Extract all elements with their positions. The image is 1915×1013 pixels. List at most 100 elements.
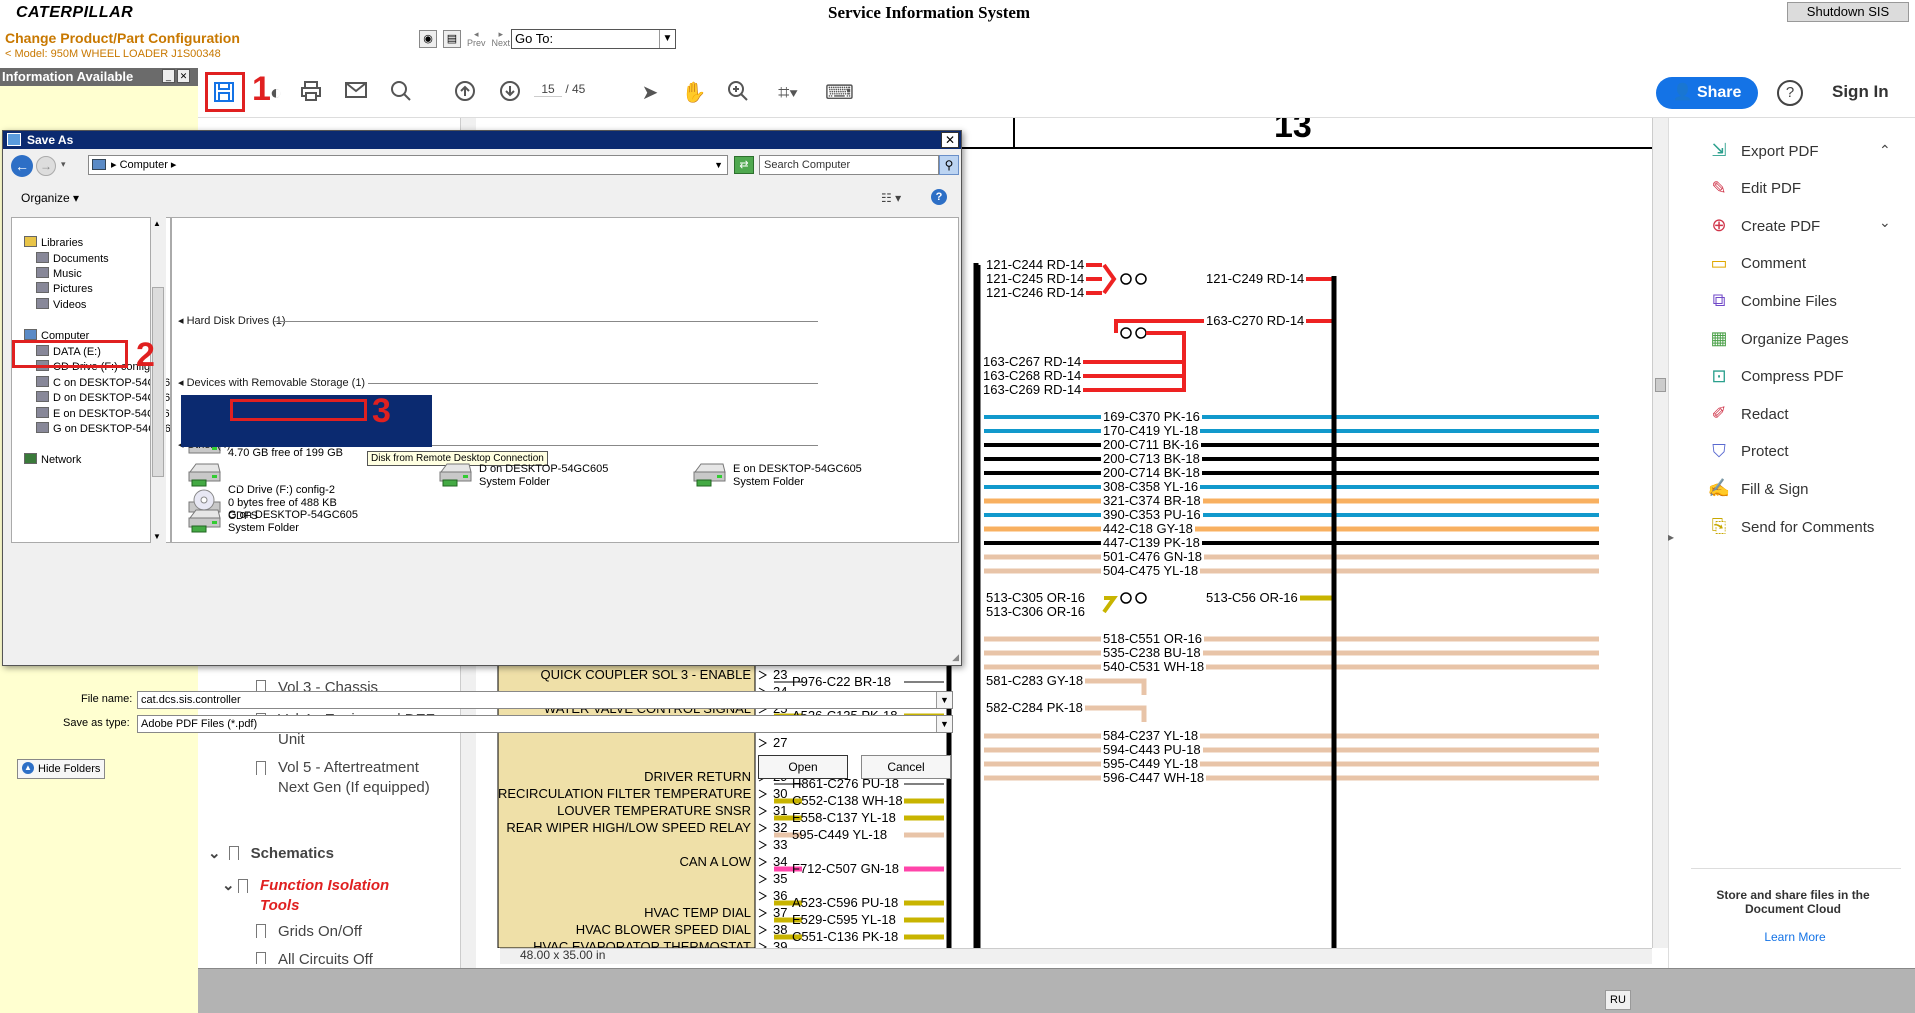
chevron-down-icon[interactable]: ▼ xyxy=(936,692,952,708)
tool-create-pdf[interactable]: ⊕ Create PDF xyxy=(1707,215,1820,237)
scroll-thumb[interactable] xyxy=(1655,378,1666,392)
network-drive-3[interactable]: G on DESKTOP-54GC605 System Folder xyxy=(228,509,358,535)
page-down-icon[interactable] xyxy=(497,80,523,106)
scroll-down-icon[interactable]: ▼ xyxy=(153,532,161,541)
tree-item[interactable]: Documents xyxy=(36,252,109,265)
sign-in-link[interactable]: Sign In xyxy=(1832,82,1889,102)
tool-send-comments[interactable]: ⎘ Send for Comments xyxy=(1707,516,1875,538)
tool-redact[interactable]: ✐ Redact xyxy=(1707,403,1788,425)
tool-protect[interactable]: ⛉ Protect xyxy=(1707,441,1788,463)
document-icon[interactable]: ▤ xyxy=(443,30,461,48)
history-dropdown-icon[interactable]: ▾ xyxy=(61,159,66,170)
language-indicator[interactable]: RU xyxy=(1605,990,1631,1010)
computer-icon xyxy=(92,159,106,170)
document-scrollbar[interactable] xyxy=(1652,118,1668,948)
back-arrow-icon[interactable]: < xyxy=(5,48,11,60)
tool-comment[interactable]: ▭ Comment xyxy=(1707,253,1806,275)
dialog-close-button[interactable]: ✕ xyxy=(941,132,959,148)
chevron-up-icon[interactable]: ⌃ xyxy=(1879,142,1891,159)
tree-scrollbar[interactable]: ▲ ▼ xyxy=(150,217,166,543)
forward-button[interactable]: → xyxy=(36,156,56,176)
group-header[interactable]: ◂ Hard Disk Drives (1) xyxy=(178,314,818,327)
page-indicator[interactable]: 15 / 45 xyxy=(534,82,585,97)
chevron-down-icon[interactable]: ▼ xyxy=(936,716,952,732)
tool-compress-pdf[interactable]: ⊡ Compress PDF xyxy=(1707,366,1843,388)
search-icon[interactable]: ⚲ xyxy=(939,155,959,175)
bookmark-icon xyxy=(256,952,266,964)
wire-label: 200-C714 BK-18 xyxy=(1101,465,1202,480)
scroll-thumb[interactable] xyxy=(152,287,164,477)
goto-select[interactable]: Go To: ▼ xyxy=(511,29,676,49)
tool-combine-files[interactable]: ⧉ Combine Files xyxy=(1707,290,1837,312)
close-icon[interactable]: ✕ xyxy=(177,69,190,83)
change-product-link[interactable]: Change Product/Part Configuration xyxy=(5,30,240,46)
scroll-up-icon[interactable]: ▲ xyxy=(153,219,161,228)
keyboard-icon[interactable]: ⌨ xyxy=(825,80,854,106)
hide-folders-button[interactable]: ▲ Hide Folders xyxy=(17,759,105,779)
shutdown-button[interactable]: Shutdown SIS xyxy=(1787,2,1909,22)
chevron-down-icon[interactable]: ⌄ xyxy=(1879,214,1891,231)
tree-item[interactable]: Pictures xyxy=(36,282,93,295)
folder-icon xyxy=(36,376,49,387)
minimize-icon[interactable]: _ xyxy=(162,69,175,83)
help-icon[interactable]: ? xyxy=(931,189,947,205)
network-drive-2[interactable]: E on DESKTOP-54GC605 System Folder xyxy=(733,463,862,489)
collapse-panel-icon[interactable]: ▸ xyxy=(1668,530,1674,544)
bookmark-vol5[interactable]: Vol 5 - Aftertreatment Next Gen (If equi… xyxy=(256,758,446,798)
resize-grip-icon[interactable]: ◢ xyxy=(952,652,959,663)
email-icon[interactable] xyxy=(343,80,369,106)
tree-item[interactable]: Network xyxy=(24,453,81,466)
back-button[interactable]: ← xyxy=(11,155,33,177)
address-bar[interactable]: ▸ Computer ▸ ▼ xyxy=(88,155,728,175)
file-list[interactable]: ◂ Hard Disk Drives (1)DATA (E:)4.70 GB f… xyxy=(171,217,959,543)
zoom-in-icon[interactable] xyxy=(725,80,751,106)
tree-item[interactable]: Music xyxy=(36,267,82,280)
dialog-titlebar[interactable]: Save As xyxy=(3,131,961,149)
open-button[interactable]: Open xyxy=(758,755,848,779)
hand-tool-icon[interactable]: ✋ xyxy=(681,80,707,106)
tree-item[interactable]: Libraries xyxy=(24,236,83,249)
horizontal-scrollbar[interactable] xyxy=(500,948,1652,964)
crop-icon[interactable]: ⌗▾ xyxy=(770,80,806,106)
view-options-icon[interactable]: ☷ ▾ xyxy=(881,191,901,205)
cancel-button[interactable]: Cancel xyxy=(861,755,951,779)
tool-edit-pdf[interactable]: ✎ Edit PDF xyxy=(1707,178,1801,200)
navigation-tree[interactable]: Libraries Documents Music Pictures Videos Com… xyxy=(11,217,171,543)
folder-icon xyxy=(24,236,37,247)
model-line[interactable]: < Model: 950M WHEEL LOADER J1S00348 xyxy=(5,48,221,60)
upload-icon[interactable]: ◐ xyxy=(263,80,289,106)
select-cursor-icon[interactable]: ➤ xyxy=(637,80,663,106)
prev-button[interactable]: ◂ Prev xyxy=(467,30,486,48)
tool-export-pdf[interactable]: ⇲ Export PDF xyxy=(1707,140,1818,162)
bookmark-schematics[interactable]: ⌄ Schematics xyxy=(208,844,334,864)
goto-label: Go To: xyxy=(515,31,554,46)
print-icon[interactable] xyxy=(298,80,324,106)
wire-label: 121-C245 RD-14 xyxy=(984,271,1087,286)
tool-fill-sign[interactable]: ✍ Fill & Sign xyxy=(1707,478,1809,500)
tree-item[interactable]: Videos xyxy=(36,298,86,311)
bookmark-grids[interactable]: Grids On/Off xyxy=(256,922,362,942)
tool-organize-pages[interactable]: ▦ Organize Pages xyxy=(1707,328,1848,350)
network-drive-0[interactable]: C on DESKTOP-54GC605 System Folder xyxy=(228,463,357,489)
search-icon[interactable] xyxy=(388,80,414,106)
page-current[interactable]: 15 xyxy=(534,82,562,97)
folder-icon xyxy=(36,391,49,402)
save-type-select[interactable]: Adobe PDF Files (*.pdf) ▼ xyxy=(137,715,953,733)
help-icon[interactable]: ? xyxy=(1777,80,1803,106)
bookmark-all-circuits[interactable]: All Circuits Off xyxy=(256,950,373,964)
caterpillar-logo: CATERPILLAR xyxy=(16,4,134,21)
address-dropdown-icon[interactable]: ▼ xyxy=(714,156,723,174)
page-up-icon[interactable] xyxy=(452,80,478,106)
save-as-dialog: Save As ✕ ← → ▾ ▸ Computer ▸ ▼ ⇄ Search … xyxy=(2,130,962,779)
share-button[interactable]: 👤 Share xyxy=(1656,77,1758,109)
camera-icon[interactable]: ◉ xyxy=(419,30,437,48)
organize-button[interactable]: Organize ▾ xyxy=(21,191,79,205)
file-name-field[interactable]: cat.dcs.sis.controller ▼ xyxy=(137,691,953,709)
bookmark-function-isolation[interactable]: ⌄ Function Isolation Tools xyxy=(222,876,422,916)
refresh-icon[interactable]: ⇄ xyxy=(734,156,754,174)
learn-more-link[interactable]: Learn More xyxy=(1700,930,1890,944)
search-input[interactable]: Search Computer xyxy=(759,155,939,175)
group-header[interactable]: ◂ Devices with Removable Storage (1) xyxy=(178,376,818,389)
next-button[interactable]: ▸ Next xyxy=(492,30,511,48)
network-drive-1[interactable]: D on DESKTOP-54GC605 System Folder xyxy=(479,463,608,489)
